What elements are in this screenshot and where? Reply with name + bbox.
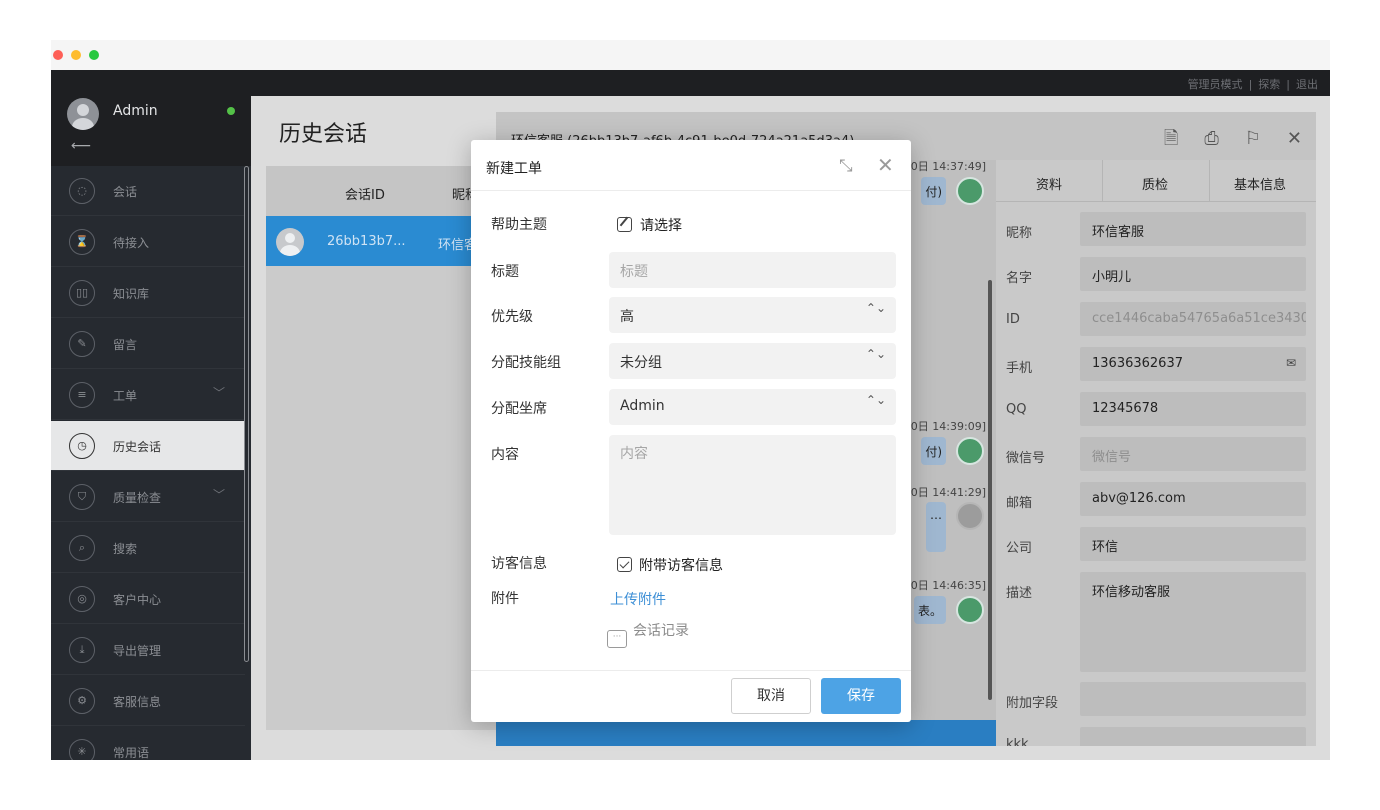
agent-value: Admin: [620, 398, 665, 414]
chevron-updown-icon: ⌃⌄: [865, 393, 886, 407]
priority-select[interactable]: 高 ⌃⌄: [609, 297, 896, 333]
attachment-label: 附件: [491, 591, 519, 607]
dialog-header: 新建工单 ⤡ ✕: [471, 140, 911, 191]
visitor-info-label: 访客信息: [491, 556, 547, 572]
edit-icon: [617, 217, 632, 232]
title-input[interactable]: 标题: [609, 252, 896, 288]
chat-record-button[interactable]: ··· 会话记录: [607, 620, 689, 648]
checkbox-checked-icon: [617, 557, 632, 572]
upload-attachment-link[interactable]: 上传附件: [610, 589, 666, 609]
attach-visitor-checkbox[interactable]: 附带访客信息: [617, 555, 723, 575]
cancel-button[interactable]: 取消: [731, 678, 811, 714]
skill-group-label: 分配技能组: [491, 355, 561, 371]
priority-value: 高: [620, 309, 634, 325]
content-label: 内容: [491, 447, 519, 463]
minimize-icon[interactable]: ⤡: [839, 156, 853, 176]
topic-selector[interactable]: 请选择: [617, 215, 682, 235]
agent-select[interactable]: Admin ⌃⌄: [609, 389, 896, 425]
chat-record-text: 会话记录: [633, 623, 689, 639]
skill-group-value: 未分组: [620, 355, 662, 371]
new-ticket-dialog: 新建工单 ⤡ ✕ 帮助主题 请选择 标题 标题 优先级 高 ⌃⌄ 分配技能组 未…: [471, 140, 911, 722]
agent-label: 分配坐席: [491, 401, 547, 417]
priority-label: 优先级: [491, 309, 533, 325]
chat-bubble-icon: ···: [607, 630, 627, 648]
content-textarea[interactable]: 内容: [609, 435, 896, 535]
close-icon[interactable]: ✕: [877, 153, 894, 177]
chevron-updown-icon: ⌃⌄: [865, 347, 886, 361]
chevron-updown-icon: ⌃⌄: [865, 301, 886, 315]
topic-value: 请选择: [640, 218, 682, 234]
topic-label: 帮助主题: [491, 217, 547, 233]
save-button[interactable]: 保存: [821, 678, 901, 714]
dialog-title: 新建工单: [486, 161, 542, 177]
skill-group-select[interactable]: 未分组 ⌃⌄: [609, 343, 896, 379]
title-label: 标题: [491, 264, 519, 280]
attach-visitor-text: 附带访客信息: [639, 558, 723, 574]
